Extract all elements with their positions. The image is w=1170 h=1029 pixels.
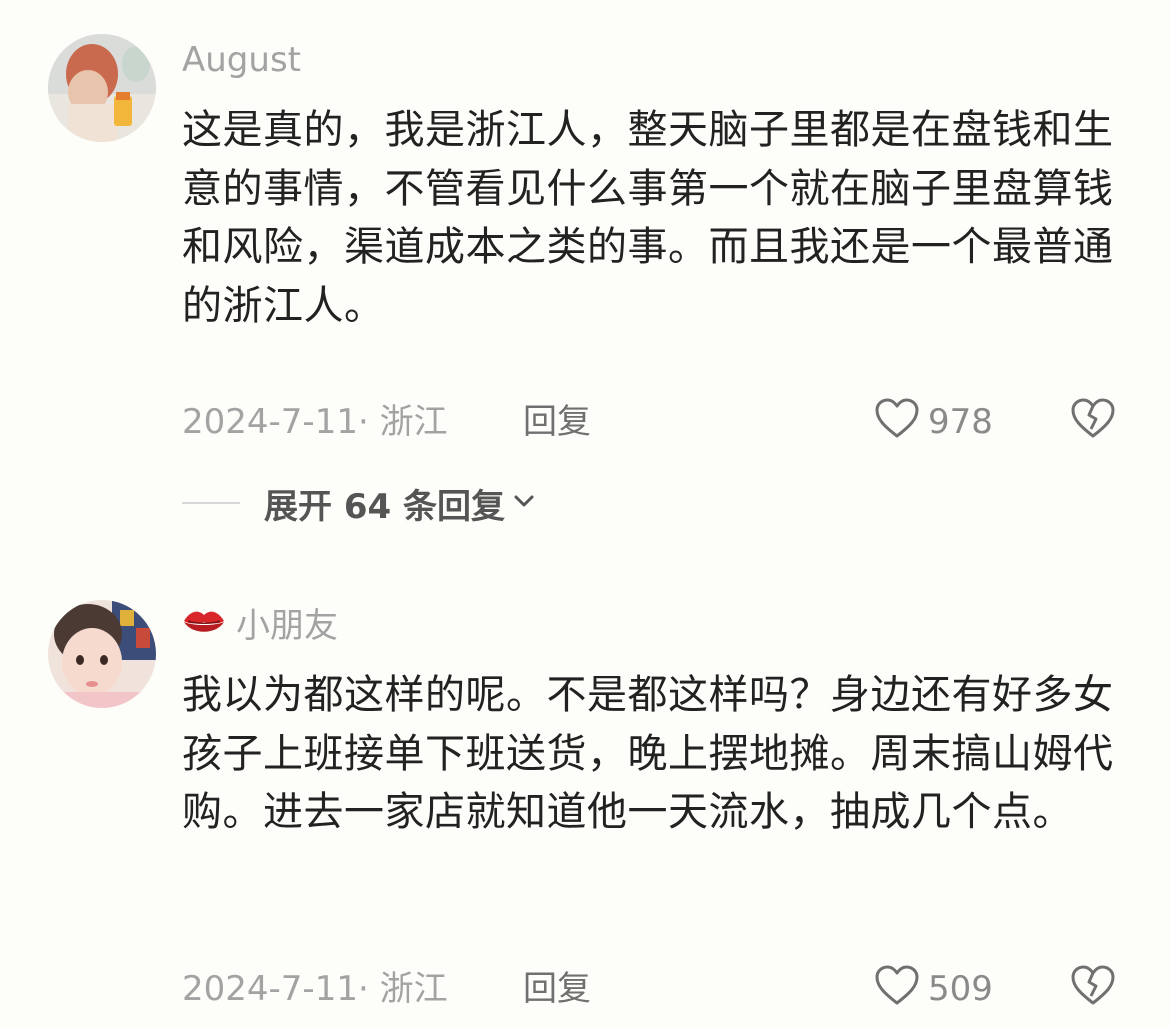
comment-text: 我以为都这样的呢。不是都这样吗？身边还有好多女孩子上班接单下班送货，晚上摆地摊。…	[182, 672, 1114, 835]
comment-meta: 2024-7-11· 浙江 回复 978	[182, 397, 1132, 448]
broken-heart-icon	[1070, 397, 1116, 448]
heart-icon	[874, 397, 920, 448]
avatar[interactable]	[48, 600, 156, 708]
heart-icon	[874, 964, 920, 1015]
broken-heart-icon	[1070, 964, 1116, 1015]
lips-emoji-icon	[182, 606, 226, 646]
username[interactable]: August	[182, 40, 301, 80]
like-button[interactable]: 509	[874, 964, 993, 1015]
reply-button[interactable]: 回复	[523, 966, 591, 1012]
username[interactable]: 小朋友	[182, 606, 338, 646]
chevron-down-icon	[511, 491, 537, 515]
dislike-button[interactable]	[1070, 964, 1116, 1015]
like-count: 978	[928, 402, 993, 442]
divider-line	[182, 502, 240, 504]
date-location: 2024-7-11· 浙江	[182, 402, 448, 442]
reply-button[interactable]: 回复	[523, 399, 591, 445]
like-count: 509	[928, 969, 993, 1009]
expand-replies[interactable]: 展开 64 条回复	[182, 479, 537, 528]
like-button[interactable]: 978	[874, 397, 993, 448]
date-location: 2024-7-11· 浙江	[182, 969, 448, 1009]
expand-replies-label[interactable]: 展开 64 条回复	[264, 479, 505, 528]
username-text[interactable]: August	[182, 40, 301, 80]
dislike-button[interactable]	[1070, 397, 1116, 448]
avatar[interactable]	[48, 34, 156, 142]
comment-meta: 2024-7-11· 浙江 回复 509	[182, 964, 1132, 1015]
comment-text: 这是真的，我是浙江人，整天脑子里都是在盘钱和生意的事情，不管看见什么事第一个就在…	[182, 107, 1114, 329]
username-text[interactable]: 小朋友	[236, 606, 338, 646]
